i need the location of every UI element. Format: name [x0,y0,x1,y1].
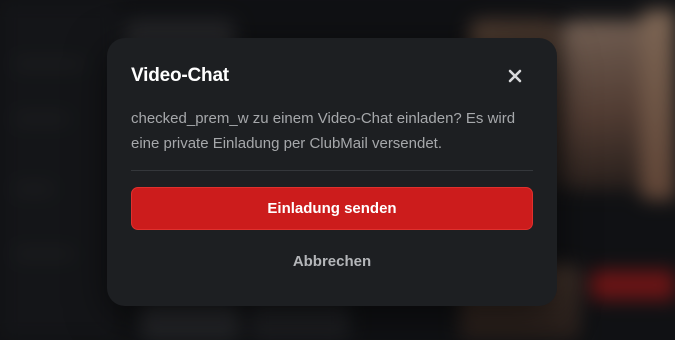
video-chat-dialog: Video-Chat checked_prem_w zu einem Video… [107,38,557,306]
close-icon [508,69,522,83]
dialog-message: checked_prem_w zu einem Video-Chat einla… [131,110,516,152]
cancel-button[interactable]: Abbrechen [131,246,533,276]
close-button[interactable] [501,64,529,88]
send-invitation-button[interactable]: Einladung senden [131,187,533,230]
dialog-title: Video-Chat [131,65,229,86]
divider [131,170,533,171]
